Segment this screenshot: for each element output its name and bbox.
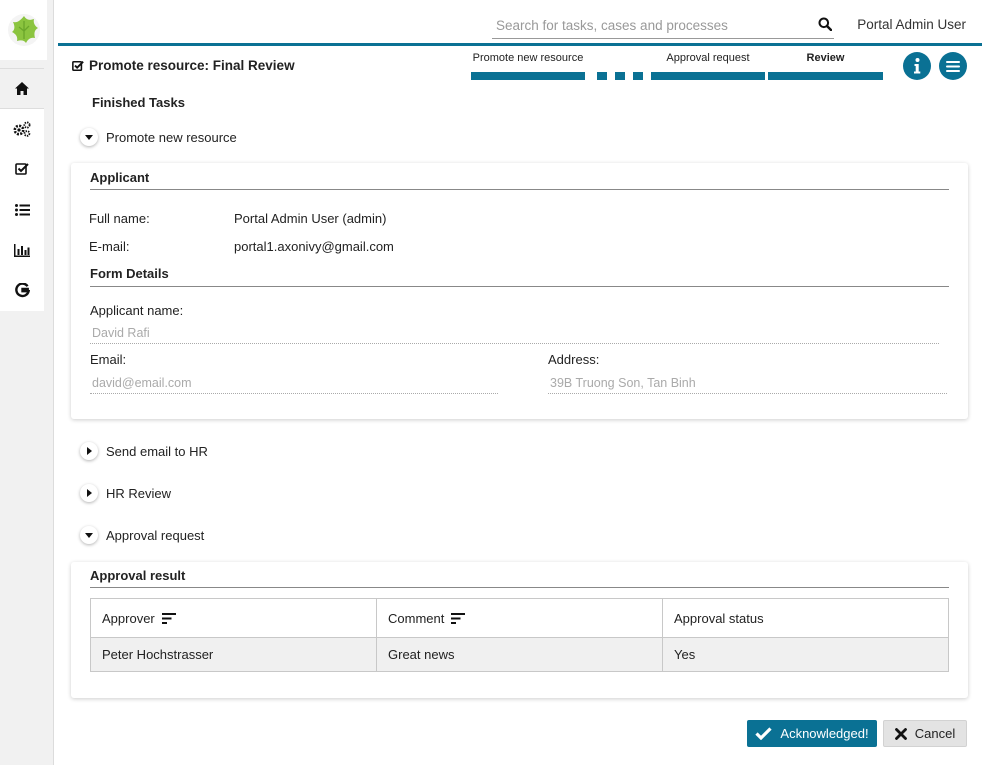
- menu-button[interactable]: [939, 52, 967, 80]
- applicant-name-label: Applicant name:: [90, 303, 184, 318]
- google-icon: [14, 283, 30, 298]
- divider: [90, 286, 949, 287]
- acknowledge-label: Acknowledged!: [780, 726, 869, 741]
- step-dot: [615, 72, 625, 80]
- divider: [90, 189, 949, 190]
- toggle-approval-request[interactable]: Approval request: [80, 526, 204, 544]
- sidebar-item-cases[interactable]: [0, 190, 44, 231]
- table-cell: Yes: [662, 637, 949, 672]
- info-button[interactable]: [903, 52, 931, 80]
- user-menu[interactable]: Portal Admin User: [857, 17, 966, 32]
- email-label: E-mail:: [89, 239, 130, 254]
- email-value: portal1.axonivy@gmail.com: [234, 239, 394, 254]
- statistics-icon: [14, 243, 30, 257]
- caret-down-icon: [85, 532, 93, 538]
- step-approval-request: Approval request: [651, 52, 765, 80]
- caret-right-icon: [86, 489, 92, 497]
- address-label: Address:: [548, 352, 600, 367]
- caret-right-icon: [86, 447, 92, 455]
- toggle-hr-review[interactable]: HR Review: [80, 484, 171, 502]
- column-label: Comment: [388, 610, 445, 626]
- task-check-icon: [72, 60, 84, 71]
- column-header-approval-status: Approval status: [662, 598, 949, 638]
- full-name-value: Portal Admin User (admin): [234, 211, 387, 226]
- ivy-leaf-logo-icon: [7, 14, 40, 46]
- cancel-label: Cancel: [914, 726, 956, 741]
- search-icon[interactable]: [818, 17, 832, 31]
- expanded-chevron: [80, 128, 98, 146]
- step-dot: [597, 72, 607, 80]
- divider: [90, 587, 949, 588]
- approval-result-card: Approval result Approver Comment Approva…: [71, 562, 968, 698]
- approval-table: Approver Comment Approval status Peter H…: [90, 598, 949, 672]
- home-icon: [15, 81, 29, 95]
- applicant-name-field[interactable]: [90, 322, 939, 344]
- app-logo[interactable]: [0, 0, 47, 60]
- column-label: Approver: [102, 610, 155, 626]
- check-icon: [755, 727, 773, 740]
- sidebar: [0, 0, 54, 765]
- table-cell: Great news: [376, 637, 663, 672]
- list-icon: [14, 203, 30, 216]
- step-label: Approval request: [666, 52, 750, 64]
- approval-result-heading: Approval result: [90, 568, 186, 583]
- table-row[interactable]: Peter Hochstrasser Great news Yes: [90, 637, 949, 672]
- column-header-comment[interactable]: Comment: [376, 598, 663, 638]
- form-email-field[interactable]: [90, 372, 498, 394]
- toggle-label: Send email to HR: [106, 443, 208, 459]
- finished-tasks-heading: Finished Tasks: [92, 95, 185, 110]
- applicant-heading: Applicant: [90, 170, 150, 185]
- process-steps: Promote new resource Approval request Re…: [471, 52, 883, 80]
- collapsed-chevron: [80, 484, 98, 502]
- sidebar-item-statistics[interactable]: [0, 230, 44, 271]
- collapsed-chevron: [80, 442, 98, 460]
- toggle-label: Approval request: [106, 527, 205, 543]
- step-review: Review: [768, 52, 883, 80]
- sort-icon[interactable]: [451, 612, 466, 624]
- table-cell: Peter Hochstrasser: [90, 637, 377, 672]
- acknowledge-button[interactable]: Acknowledged!: [747, 720, 877, 747]
- caret-down-icon: [85, 134, 93, 140]
- step-promote-new-resource: Promote new resource: [471, 52, 585, 80]
- step-label: Review: [806, 52, 845, 64]
- toggle-label: Promote new resource: [106, 129, 237, 145]
- address-field[interactable]: [548, 372, 947, 394]
- task-title-text: Promote resource: Final Review: [89, 58, 295, 73]
- sidebar-item-google[interactable]: [0, 271, 44, 312]
- applicant-card: Applicant Full name: Portal Admin User (…: [71, 163, 968, 419]
- sidebar-menu: [0, 68, 44, 311]
- gears-icon: [13, 121, 31, 137]
- step-label: Promote new resource: [472, 52, 584, 64]
- search-input[interactable]: [492, 12, 834, 38]
- full-name-label: Full name:: [89, 211, 150, 226]
- toggle-send-email-to-hr[interactable]: Send email to HR: [80, 442, 208, 460]
- step-dot: [633, 72, 643, 80]
- toggle-label: HR Review: [106, 485, 172, 501]
- task-check-icon: [15, 163, 29, 176]
- info-icon: [914, 58, 921, 74]
- global-search: [492, 12, 834, 39]
- task-title: Promote resource: Final Review: [72, 58, 295, 73]
- hamburger-icon: [946, 60, 960, 72]
- sidebar-item-tasks[interactable]: [0, 149, 44, 190]
- sidebar-item-processes[interactable]: [0, 109, 44, 150]
- close-icon: [894, 727, 907, 740]
- sidebar-item-home[interactable]: [0, 68, 44, 109]
- sort-icon[interactable]: [161, 612, 176, 624]
- form-email-label: Email:: [90, 352, 127, 367]
- toggle-promote-new-resource[interactable]: Promote new resource: [80, 128, 237, 146]
- column-label: Approval status: [674, 610, 764, 626]
- column-header-approver[interactable]: Approver: [90, 598, 377, 638]
- form-details-heading: Form Details: [90, 266, 169, 281]
- table-header-row: Approver Comment Approval status: [90, 598, 949, 638]
- cancel-button[interactable]: Cancel: [883, 720, 967, 747]
- expanded-chevron: [80, 526, 98, 544]
- top-bar: Portal Admin User: [58, 0, 982, 46]
